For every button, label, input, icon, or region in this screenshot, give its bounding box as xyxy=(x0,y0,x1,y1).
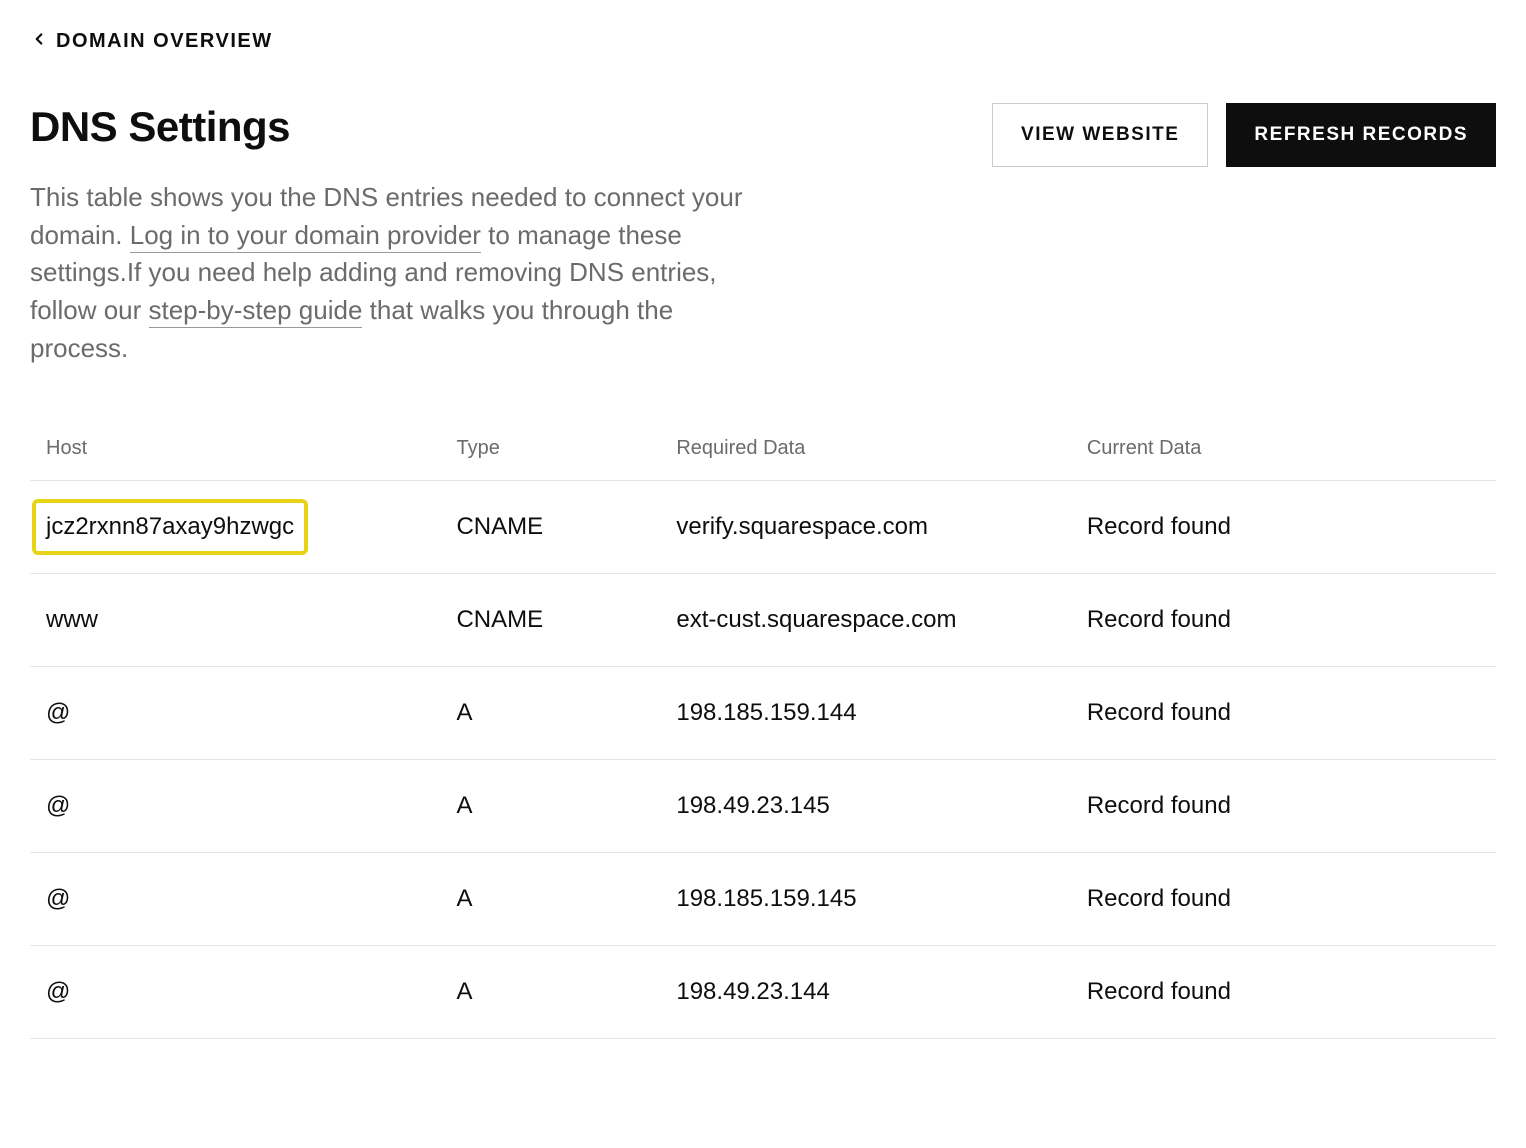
domain-provider-link[interactable]: Log in to your domain provider xyxy=(130,220,481,253)
cell-host: jcz2rxnn87axay9hzwgc xyxy=(30,481,440,574)
cell-host: @ xyxy=(30,946,440,1039)
page-title: DNS Settings xyxy=(30,103,290,151)
table-row: @A198.49.23.144Record found xyxy=(30,946,1496,1039)
cell-required-data: verify.squarespace.com xyxy=(660,481,1070,574)
cell-type: CNAME xyxy=(440,481,660,574)
cell-type: A xyxy=(440,760,660,853)
cell-required-data: 198.49.23.144 xyxy=(660,946,1070,1039)
table-row: jcz2rxnn87axay9hzwgc CNAMEverify.squaresp… xyxy=(30,481,1496,574)
cell-host: www xyxy=(30,574,440,667)
cell-type: CNAME xyxy=(440,574,660,667)
cell-required-data: 198.185.159.144 xyxy=(660,667,1070,760)
table-header-type: Type xyxy=(440,417,660,481)
table-header-current-data: Current Data xyxy=(1071,417,1496,481)
breadcrumb-back[interactable]: DOMAIN OVERVIEW xyxy=(30,30,1496,53)
refresh-records-button[interactable]: REFRESH RECORDS xyxy=(1226,103,1496,167)
table-row: @A198.185.159.144Record found xyxy=(30,667,1496,760)
table-row: wwwCNAMEext-cust.squarespace.comRecord f… xyxy=(30,574,1496,667)
cell-type: A xyxy=(440,853,660,946)
cell-current-data: Record found xyxy=(1071,481,1496,574)
cell-type: A xyxy=(440,946,660,1039)
chevron-left-icon xyxy=(30,30,48,53)
table-header-host: Host xyxy=(30,417,440,481)
cell-current-data: Record found xyxy=(1071,574,1496,667)
cell-current-data: Record found xyxy=(1071,946,1496,1039)
table-header-required-data: Required Data xyxy=(660,417,1070,481)
table-row: @A198.49.23.145Record found xyxy=(30,760,1496,853)
cell-current-data: Record found xyxy=(1071,667,1496,760)
breadcrumb-label: DOMAIN OVERVIEW xyxy=(56,30,273,53)
step-by-step-guide-link[interactable]: step-by-step guide xyxy=(149,295,363,328)
page-description: This table shows you the DNS entries nee… xyxy=(30,179,750,367)
cell-host: @ xyxy=(30,760,440,853)
cell-host: @ xyxy=(30,667,440,760)
cell-host: @ xyxy=(30,853,440,946)
cell-type: A xyxy=(440,667,660,760)
cell-required-data: ext-cust.squarespace.com xyxy=(660,574,1070,667)
cell-current-data: Record found xyxy=(1071,853,1496,946)
view-website-button[interactable]: VIEW WEBSITE xyxy=(992,103,1208,167)
header-actions: VIEW WEBSITE REFRESH RECORDS xyxy=(992,103,1496,167)
cell-required-data: 198.185.159.145 xyxy=(660,853,1070,946)
cell-current-data: Record found xyxy=(1071,760,1496,853)
cell-required-data: 198.49.23.145 xyxy=(660,760,1070,853)
dns-records-table: Host Type Required Data Current Data jcz… xyxy=(30,417,1496,1039)
table-row: @A198.185.159.145Record found xyxy=(30,853,1496,946)
highlighted-host: jcz2rxnn87axay9hzwgc xyxy=(32,499,308,555)
